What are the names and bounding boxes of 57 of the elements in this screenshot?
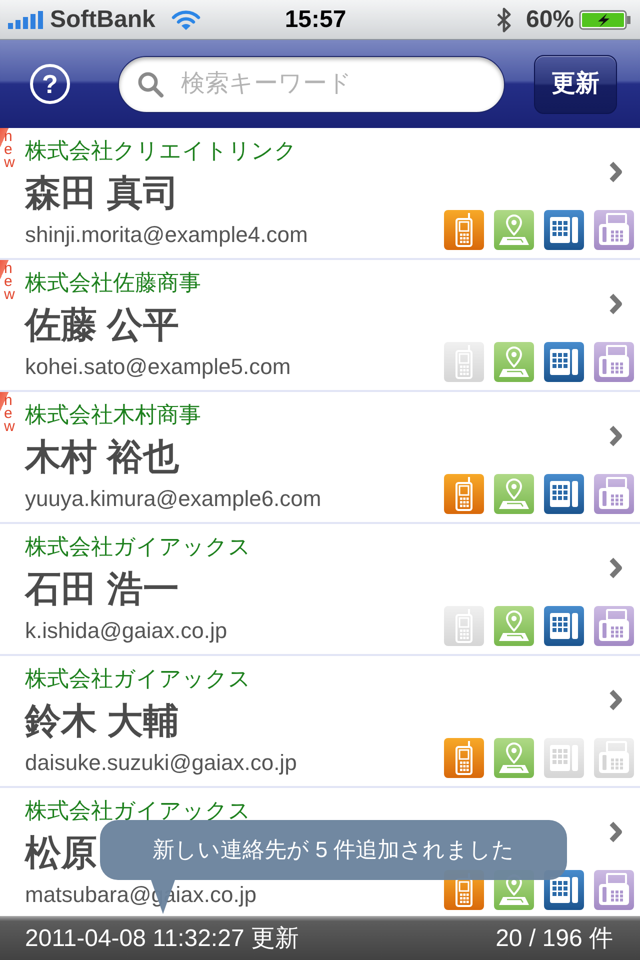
refresh-button[interactable]: 更新	[534, 54, 617, 114]
contact-name: 佐藤 公平	[25, 304, 180, 346]
chevron-right-icon	[608, 820, 623, 844]
last-updated-label: 2011-04-08 11:32:27 更新	[25, 924, 299, 952]
bluetooth-icon	[494, 6, 513, 34]
chevron-right-icon	[608, 424, 623, 448]
contact-name: 鈴木 大輔	[25, 700, 180, 742]
new-badge: new	[0, 392, 18, 433]
fax-machine-icon[interactable]	[594, 870, 634, 910]
search-icon	[137, 70, 164, 98]
fax-machine-icon[interactable]	[594, 210, 634, 250]
email-address: kohei.sato@example5.com	[25, 354, 291, 380]
signal-strength-icon	[8, 10, 43, 28]
email-address: shinji.morita@example4.com	[25, 222, 308, 248]
map-pin-icon[interactable]	[494, 738, 534, 778]
company-name: 株式会社ガイアックス	[25, 798, 251, 824]
chevron-right-icon	[608, 160, 623, 184]
toast-message: 新しい連絡先が 5 件追加されました	[152, 838, 515, 862]
new-badge: new	[0, 128, 18, 169]
company-name: 株式会社ガイアックス	[25, 534, 251, 560]
company-name: 株式会社クリエイトリンク	[25, 138, 297, 164]
battery-percentage: 60%	[526, 6, 574, 34]
search-field[interactable]: 検索キーワード	[118, 56, 505, 112]
help-button[interactable]: ?	[30, 64, 70, 104]
contact-name: 松原	[25, 832, 97, 874]
email-address: yuuya.kimura@example6.com	[25, 486, 322, 512]
map-pin-icon[interactable]	[494, 210, 534, 250]
email-address: k.ishida@gaiax.co.jp	[25, 618, 228, 644]
fax-machine-icon[interactable]	[594, 474, 634, 514]
contact-count-label: 20 / 196 件	[496, 924, 613, 952]
company-name: 株式会社ガイアックス	[25, 666, 251, 692]
contact-name: 森田 真司	[25, 172, 180, 214]
new-badge: new	[0, 260, 18, 301]
mobile-phone-icon[interactable]	[444, 474, 484, 514]
mobile-phone-icon[interactable]	[444, 738, 484, 778]
map-pin-icon[interactable]	[494, 606, 534, 646]
chevron-right-icon	[608, 556, 623, 580]
chevron-right-icon	[608, 292, 623, 316]
chevron-right-icon	[608, 688, 623, 712]
desk-phone-icon[interactable]	[544, 342, 584, 382]
company-name: 株式会社佐藤商事	[25, 270, 201, 296]
desk-phone-icon[interactable]	[544, 210, 584, 250]
map-pin-icon[interactable]	[494, 342, 534, 382]
contact-name: 木村 裕也	[25, 436, 180, 478]
carrier-name: SoftBank	[50, 6, 156, 34]
mobile-phone-icon[interactable]	[444, 210, 484, 250]
contact-name: 石田 浩一	[25, 568, 180, 610]
clock-time: 15:57	[284, 6, 346, 34]
battery-charging-icon	[579, 10, 632, 30]
email-address: daisuke.suzuki@gaiax.co.jp	[25, 750, 297, 776]
company-name: 株式会社木村商事	[25, 402, 201, 428]
desk-phone-icon[interactable]	[544, 474, 584, 514]
desk-phone-icon[interactable]	[544, 606, 584, 646]
fax-machine-icon[interactable]	[594, 606, 634, 646]
wifi-icon	[171, 8, 202, 30]
map-pin-icon[interactable]	[494, 474, 534, 514]
fax-machine-icon[interactable]	[594, 342, 634, 382]
